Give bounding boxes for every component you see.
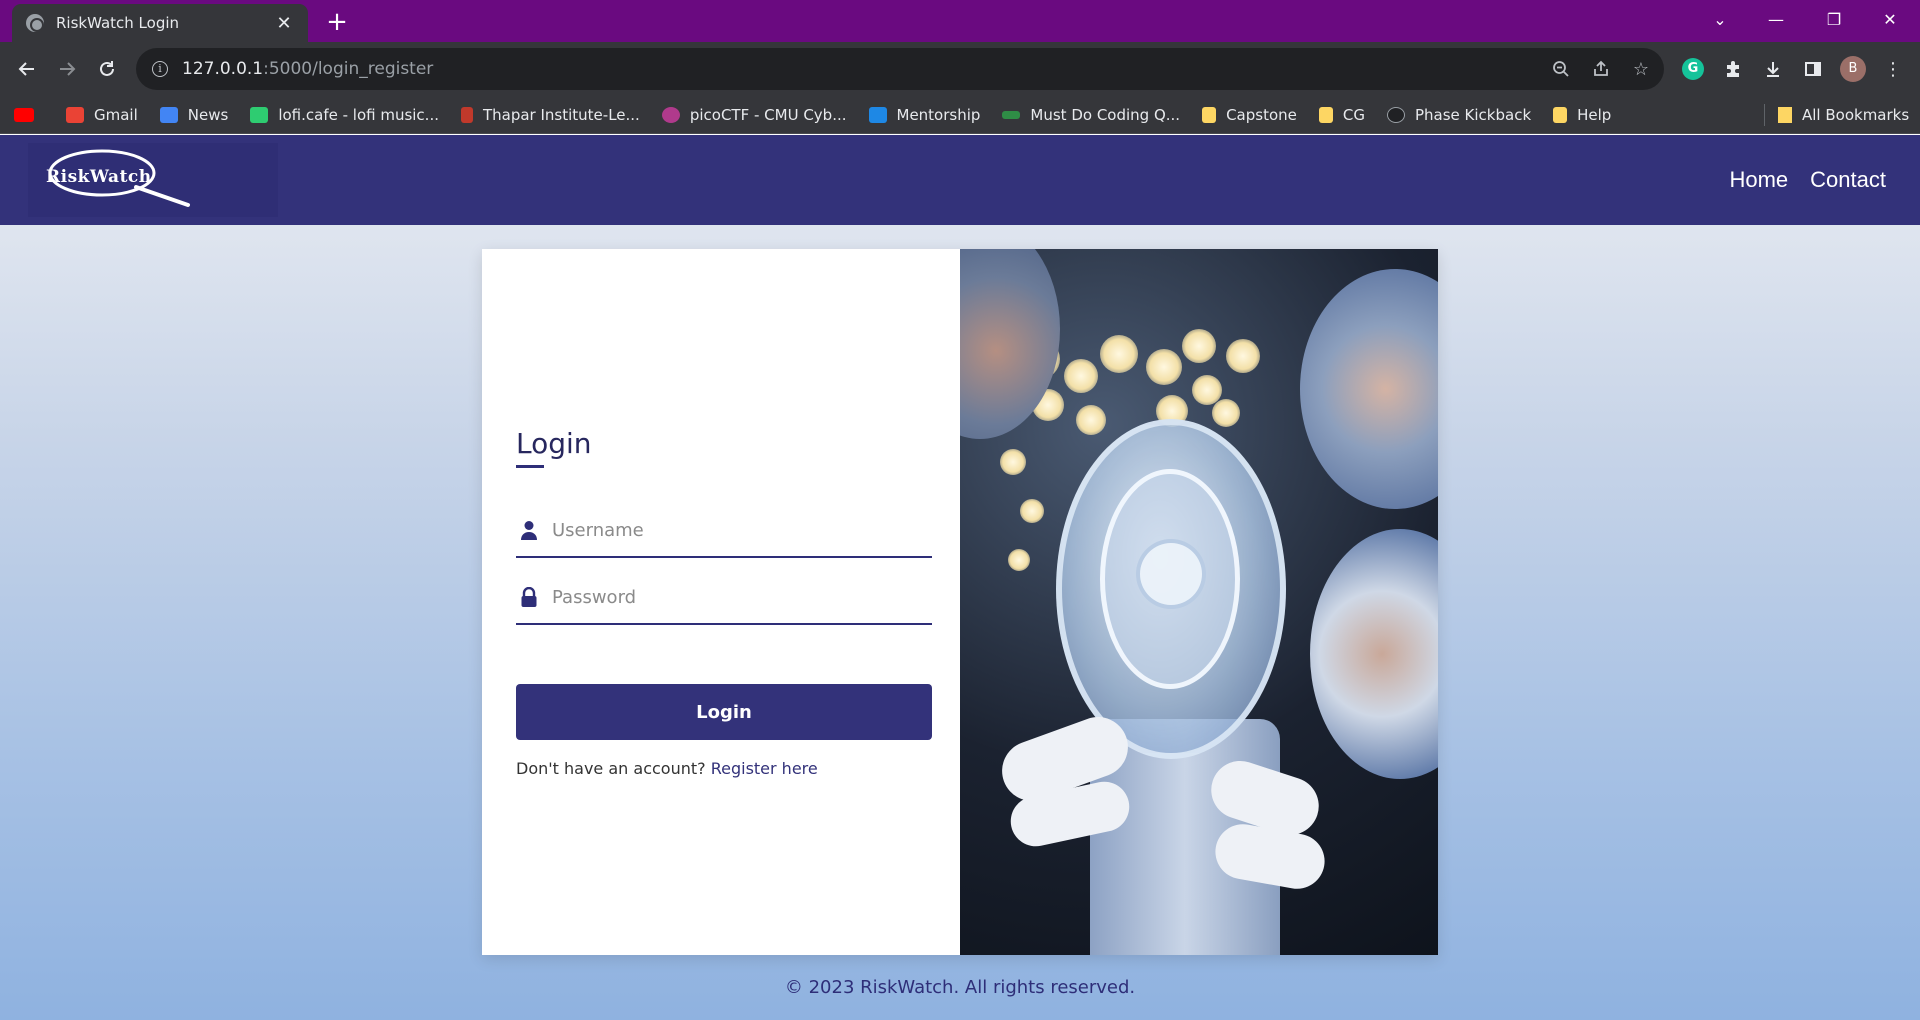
extensions-icon[interactable]: [1718, 54, 1748, 84]
bookmarks-divider: [1764, 104, 1765, 126]
address-bar[interactable]: i 127.0.0.1 :5000/login_register ☆: [136, 48, 1664, 90]
register-prompt-text: Don't have an account?: [516, 759, 706, 778]
bookmark-label: Must Do Coding Q...: [1030, 105, 1181, 124]
site-footer: © 2023 RiskWatch. All rights reserved.: [784, 977, 1136, 998]
logo-text: RiskWatch: [46, 167, 152, 187]
news-icon: [159, 106, 178, 123]
mentorship-icon: [868, 106, 887, 123]
browser-toolbar: i 127.0.0.1 :5000/login_register ☆ G B ⋮: [0, 42, 1920, 96]
profile-avatar[interactable]: B: [1838, 54, 1868, 84]
browser-tab-strip: RiskWatch Login ✕ + ⌄ — ❐ ✕: [0, 0, 1920, 42]
title-underline: [516, 465, 544, 468]
bookmark-gfg[interactable]: Must Do Coding Q...: [1002, 106, 1180, 124]
bookmarks-bar: Gmail News lofi.cafe - lofi music... Tha…: [0, 96, 1920, 134]
register-prompt: Don't have an account? Register here: [516, 759, 818, 778]
login-form: Login Login Don't have an account? Regis…: [482, 249, 960, 955]
bookmark-gmail[interactable]: Gmail: [66, 106, 138, 124]
username-input[interactable]: [550, 519, 932, 541]
nav-contact-link[interactable]: Contact: [1810, 167, 1886, 193]
bookmark-label: lofi.cafe - lofi music...: [278, 105, 439, 124]
gmail-icon: [66, 106, 84, 123]
lock-icon: [518, 587, 540, 607]
bookmark-label: Mentorship: [896, 105, 981, 124]
side-panel-icon[interactable]: [1798, 54, 1828, 84]
menu-icon[interactable]: ⋮: [1878, 54, 1908, 84]
minimize-button[interactable]: —: [1748, 0, 1804, 38]
folder-icon: [1202, 106, 1217, 123]
close-tab-icon[interactable]: ✕: [274, 13, 294, 34]
reload-icon[interactable]: [92, 54, 122, 84]
zoom-icon[interactable]: [1544, 48, 1578, 90]
bookmark-label: Phase Kickback: [1414, 105, 1532, 124]
bookmark-thapar[interactable]: Thapar Institute-Le...: [460, 105, 640, 124]
back-icon[interactable]: [12, 54, 42, 84]
download-icon[interactable]: [1758, 54, 1788, 84]
site-navbar: RiskWatch Home Contact: [0, 135, 1920, 225]
headphones-icon: [250, 106, 269, 123]
bookmark-youtube[interactable]: [14, 107, 44, 122]
tab-search-icon[interactable]: ⌄: [1692, 0, 1748, 38]
tab-title: RiskWatch Login: [56, 14, 180, 32]
browser-tab[interactable]: RiskWatch Login ✕: [12, 4, 308, 42]
folder-icon: [1318, 106, 1333, 123]
nav-home-link[interactable]: Home: [1729, 167, 1788, 193]
site-info-icon[interactable]: i: [152, 61, 168, 77]
bookmark-label: Thapar Institute-Le...: [482, 105, 640, 124]
password-field[interactable]: [516, 571, 932, 625]
login-title: Login: [516, 427, 592, 460]
folder-icon: [1778, 107, 1792, 123]
globe-icon: [1386, 106, 1405, 123]
new-tab-button[interactable]: +: [322, 8, 352, 38]
all-bookmarks-button[interactable]: All Bookmarks: [1778, 96, 1909, 134]
password-input[interactable]: [550, 586, 932, 608]
bookmark-help[interactable]: Help: [1553, 106, 1611, 124]
bookmark-label: Capstone: [1226, 105, 1297, 124]
url-host: 127.0.0.1: [182, 59, 264, 79]
bookmark-lofi[interactable]: lofi.cafe - lofi music...: [250, 106, 439, 124]
folder-icon: [1553, 106, 1568, 123]
bookmark-capstone[interactable]: Capstone: [1202, 106, 1297, 124]
riskwatch-logo[interactable]: RiskWatch: [28, 143, 278, 217]
bookmark-label: CG: [1342, 105, 1365, 124]
all-bookmarks-label: All Bookmarks: [1802, 106, 1910, 124]
bookmark-picoctf[interactable]: picoCTF - CMU Cyb...: [661, 105, 847, 124]
globe-icon: [26, 14, 44, 32]
bookmark-cg[interactable]: CG: [1318, 105, 1365, 124]
bookmark-label: News: [187, 105, 229, 124]
share-icon[interactable]: [1584, 48, 1618, 90]
register-link[interactable]: Register here: [711, 759, 818, 778]
close-window-button[interactable]: ✕: [1862, 0, 1918, 38]
restore-button[interactable]: ❐: [1806, 0, 1862, 38]
bookmark-label: Gmail: [94, 105, 138, 124]
youtube-icon: [14, 107, 34, 122]
user-icon: [518, 520, 540, 540]
picoctf-icon: [661, 106, 680, 123]
bookmark-label: Help: [1577, 105, 1612, 124]
grammarly-icon[interactable]: G: [1678, 54, 1708, 84]
bookmark-label: picoCTF - CMU Cyb...: [689, 105, 847, 124]
login-card: Login Login Don't have an account? Regis…: [482, 249, 1438, 955]
bookmark-mentorship[interactable]: Mentorship: [868, 105, 981, 124]
bookmark-news[interactable]: News: [159, 105, 229, 124]
surgery-photo: [960, 249, 1438, 955]
thapar-icon: [460, 106, 473, 123]
gfg-icon: [1002, 110, 1021, 119]
bookmark-star-icon[interactable]: ☆: [1624, 48, 1658, 90]
bookmark-phase-kickback[interactable]: Phase Kickback: [1386, 105, 1532, 124]
url-path: :5000/login_register: [263, 59, 434, 79]
page-body: RiskWatch Home Contact Login Login: [0, 135, 1920, 1020]
forward-icon[interactable]: [52, 54, 82, 84]
site-nav-links: Home Contact: [1707, 135, 1886, 225]
username-field[interactable]: [516, 504, 932, 558]
login-button[interactable]: Login: [516, 684, 932, 740]
